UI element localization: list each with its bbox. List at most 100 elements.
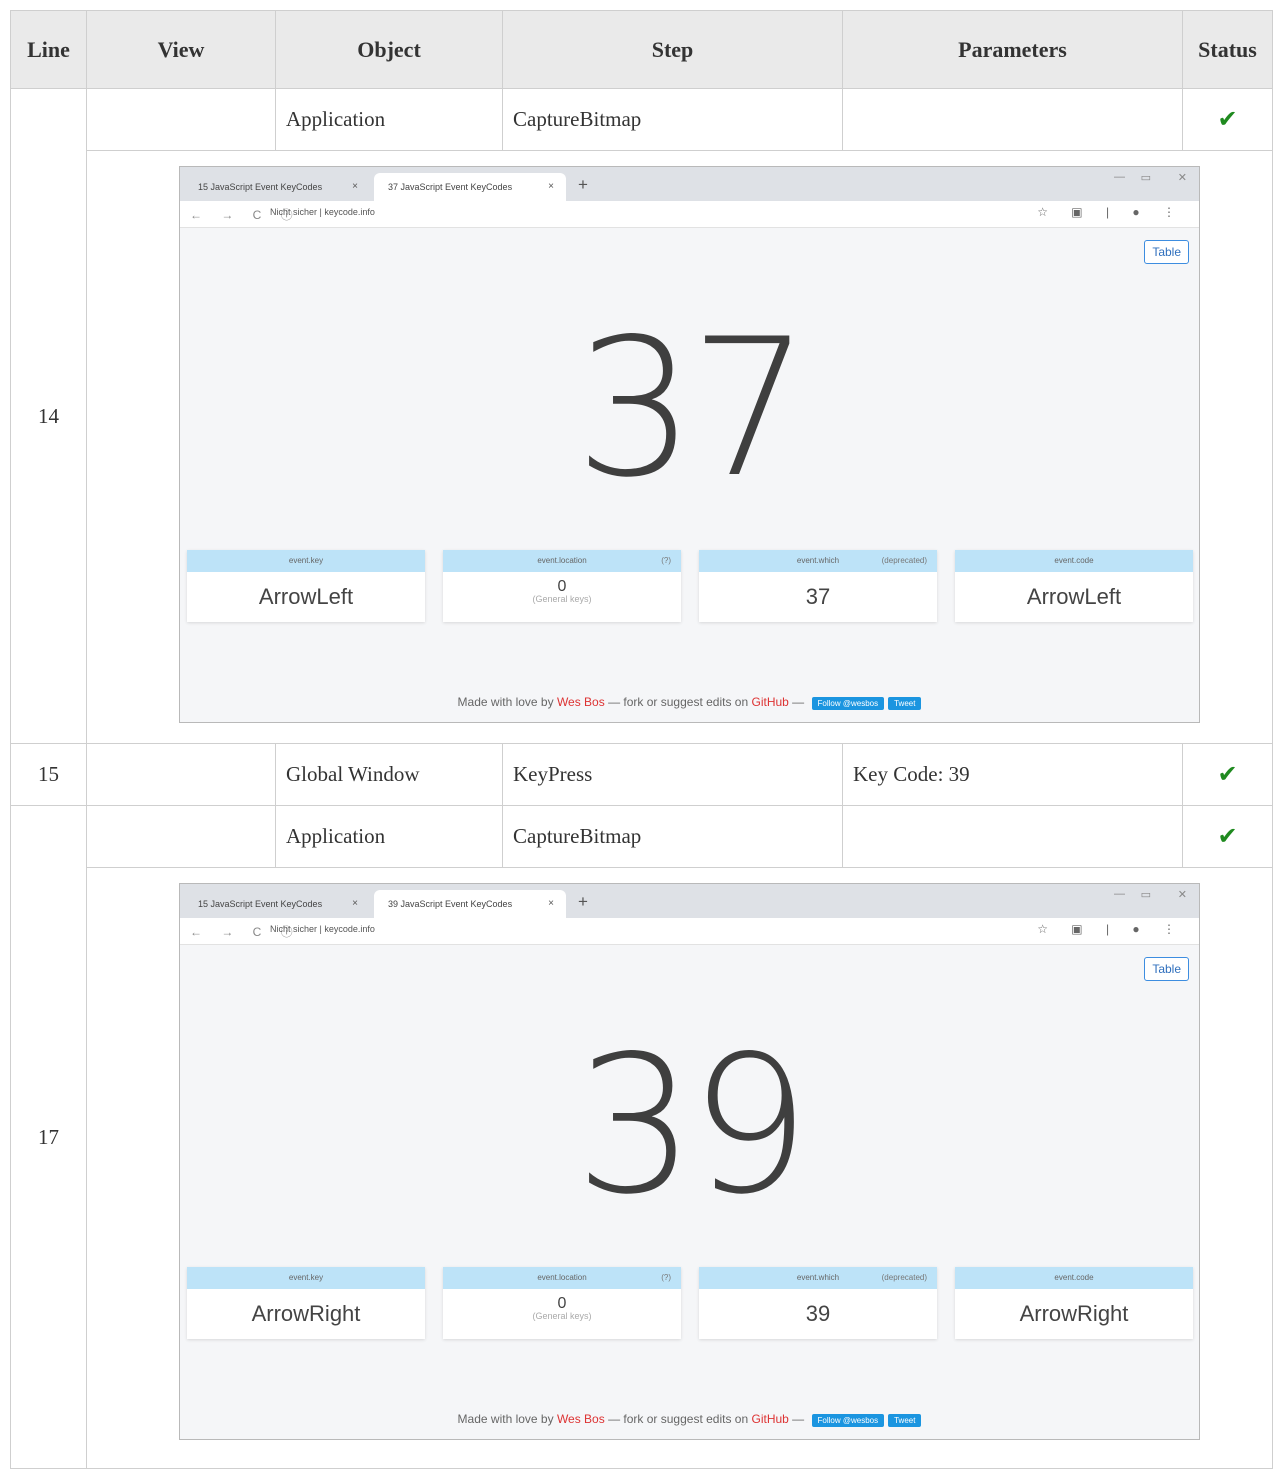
maximize-icon[interactable]: ▭ <box>1141 171 1151 184</box>
header-step: Step <box>502 10 843 89</box>
address-bar: ← → C ⓘ Nicht sicher | keycode.info ☆ ▣ … <box>180 918 1199 945</box>
card-event-location: event.location (?) 0 (General keys) <box>443 550 681 622</box>
view-cell <box>86 88 276 151</box>
page-footer: Made with love by Wes Bos — fork or sugg… <box>180 695 1199 710</box>
step-cell: CaptureBitmap <box>502 805 843 868</box>
screenshot-cell: 15 JavaScript Event KeyCodes × 39 JavaScr… <box>86 867 1273 1469</box>
follow-button[interactable]: Follow @wesbos <box>811 1414 885 1427</box>
url-field[interactable]: Nicht sicher | keycode.info <box>270 207 375 217</box>
close-tab-icon[interactable]: × <box>548 890 554 918</box>
tab-inactive[interactable]: 15 JavaScript Event KeyCodes × <box>184 173 370 201</box>
toolbar-icons[interactable]: ☆ ▣ | ● ⋮ <box>1037 922 1185 936</box>
card-header-label: event.code <box>1054 1273 1094 1282</box>
tweet-button[interactable]: Tweet <box>888 1414 922 1427</box>
line-number: 17 <box>10 805 87 1469</box>
screenshot-row: 15 JavaScript Event KeyCodes × 37 JavaScr… <box>11 150 1273 744</box>
card-event-location: event.location (?) 0 (General keys) <box>443 1267 681 1339</box>
card-header: event.which (deprecated) <box>699 550 937 572</box>
view-cell <box>86 743 276 806</box>
tweet-button[interactable]: Tweet <box>888 697 922 710</box>
step-cell: CaptureBitmap <box>502 88 843 151</box>
tab-title: 37 JavaScript Event KeyCodes <box>388 182 513 192</box>
big-keycode: 37 <box>574 298 811 519</box>
url-field[interactable]: Nicht sicher | keycode.info <box>270 924 375 934</box>
check-icon: ✔ <box>1217 107 1238 133</box>
maximize-icon[interactable]: ▭ <box>1141 888 1151 901</box>
footer-text: — <box>788 695 808 709</box>
address-bar: ← → C ⓘ Nicht sicher | keycode.info ☆ ▣ … <box>180 201 1199 228</box>
card-header-label: event.code <box>1054 556 1094 565</box>
browser-screenshot: 15 JavaScript Event KeyCodes × 39 JavaScr… <box>179 883 1200 1440</box>
line-number: 14 <box>10 88 87 744</box>
test-report-table: Line View Object Step Parameters Status … <box>10 10 1273 1469</box>
card-value: ArrowLeft <box>1026 584 1122 609</box>
author-link[interactable]: Wes Bos <box>557 695 605 709</box>
footer-text: — fork or suggest edits on <box>604 695 752 709</box>
card-header-label: event.which <box>796 1273 840 1282</box>
page-content: Table 39 event.key ArrowRight event.loca… <box>180 945 1199 1439</box>
tab-inactive[interactable]: 15 JavaScript Event KeyCodes × <box>184 890 370 918</box>
card-header: event.key <box>187 550 425 572</box>
card-subtext: (General keys) <box>532 594 592 604</box>
card-header: event.code <box>955 550 1193 572</box>
page-content: Table 37 event.key ArrowLeft event.locat… <box>180 228 1199 722</box>
header-row: Line View Object Step Parameters Status <box>10 10 1273 89</box>
card-value: 39 <box>805 1301 831 1326</box>
toolbar-icons[interactable]: ☆ ▣ | ● ⋮ <box>1037 205 1185 219</box>
author-link[interactable]: Wes Bos <box>557 1412 605 1426</box>
big-keycode: 39 <box>574 1015 811 1236</box>
status-cell: ✔ <box>1182 805 1273 868</box>
check-icon: ✔ <box>1217 824 1238 850</box>
object-cell: Application <box>275 88 503 151</box>
card-header: event.location (?) <box>443 1267 681 1289</box>
new-tab-icon[interactable]: + <box>578 892 588 912</box>
card-value: ArrowLeft <box>258 584 354 609</box>
footer-text: Made with love by <box>457 1412 557 1426</box>
parameters-cell <box>842 805 1183 868</box>
table-row: 17 Application CaptureBitmap ✔ <box>10 805 1273 1469</box>
github-link[interactable]: GitHub <box>751 1412 788 1426</box>
object-cell: Application <box>275 805 503 868</box>
status-cell: ✔ <box>1182 743 1273 806</box>
header-parameters: Parameters <box>842 10 1183 89</box>
table-button[interactable]: Table <box>1144 240 1189 264</box>
card-header-label: event.which <box>796 556 840 565</box>
close-window-icon[interactable]: ✕ <box>1178 171 1187 184</box>
help-link[interactable]: (?) <box>661 550 671 572</box>
close-window-icon[interactable]: ✕ <box>1178 888 1187 901</box>
deprecated-link[interactable]: (deprecated) <box>882 550 927 572</box>
screenshot-row: 15 JavaScript Event KeyCodes × 39 JavaScr… <box>11 867 1273 1469</box>
close-tab-icon[interactable]: × <box>352 890 358 918</box>
close-tab-icon[interactable]: × <box>548 173 554 201</box>
help-link[interactable]: (?) <box>661 1267 671 1289</box>
footer-text: Made with love by <box>457 695 557 709</box>
follow-button[interactable]: Follow @wesbos <box>811 697 885 710</box>
line-number: 15 <box>10 743 87 806</box>
deprecated-link[interactable]: (deprecated) <box>882 1267 927 1289</box>
screenshot-cell: 15 JavaScript Event KeyCodes × 37 JavaScr… <box>86 150 1273 744</box>
card-header-label: event.location <box>537 1273 587 1282</box>
tab-bar: 15 JavaScript Event KeyCodes × 37 JavaScr… <box>180 167 1199 201</box>
tab-active[interactable]: 37 JavaScript Event KeyCodes × <box>374 173 566 201</box>
step-cell: KeyPress <box>502 743 843 806</box>
card-header-label: event.key <box>288 1273 324 1282</box>
card-event-which: event.which (deprecated) 37 <box>699 550 937 622</box>
card-event-key: event.key ArrowLeft <box>187 550 425 622</box>
table-button[interactable]: Table <box>1144 957 1189 981</box>
page-footer: Made with love by Wes Bos — fork or sugg… <box>180 1412 1199 1427</box>
header-status: Status <box>1182 10 1273 89</box>
minimize-icon[interactable]: — <box>1114 888 1125 900</box>
header-view: View <box>86 10 276 89</box>
new-tab-icon[interactable]: + <box>578 175 588 195</box>
card-header: event.which (deprecated) <box>699 1267 937 1289</box>
card-value: ArrowRight <box>251 1301 361 1326</box>
minimize-icon[interactable]: — <box>1114 171 1125 183</box>
status-cell: ✔ <box>1182 88 1273 151</box>
close-tab-icon[interactable]: × <box>352 173 358 201</box>
tab-title: 39 JavaScript Event KeyCodes <box>388 899 513 909</box>
card-header: event.location (?) <box>443 550 681 572</box>
browser-screenshot: 15 JavaScript Event KeyCodes × 37 JavaScr… <box>179 166 1200 723</box>
github-link[interactable]: GitHub <box>751 695 788 709</box>
tab-active[interactable]: 39 JavaScript Event KeyCodes × <box>374 890 566 918</box>
object-cell: Global Window <box>275 743 503 806</box>
